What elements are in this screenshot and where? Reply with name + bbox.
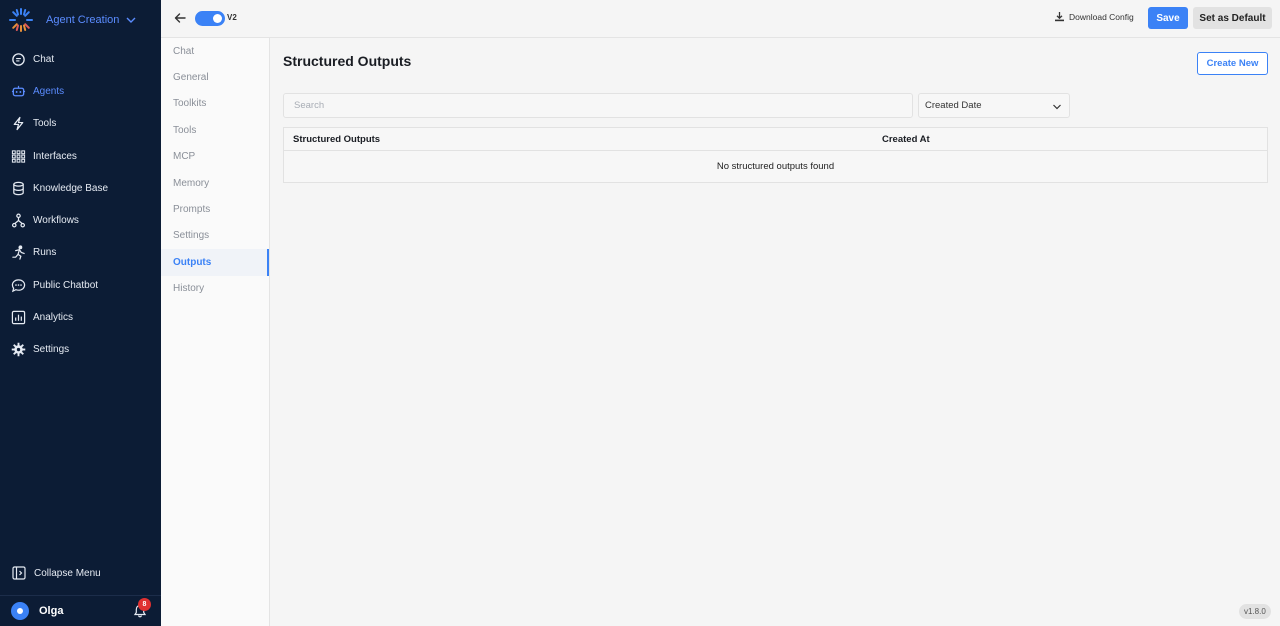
sidebar-item-chat[interactable]: Chat bbox=[0, 43, 161, 75]
tab-general[interactable]: General bbox=[161, 64, 269, 90]
sidebar-item-label: Agents bbox=[33, 85, 65, 97]
sidebar-item-analytics[interactable]: Analytics bbox=[0, 301, 161, 333]
chat-icon bbox=[12, 52, 25, 66]
tab-mcp[interactable]: MCP bbox=[161, 144, 269, 170]
sidebar: Agent Creation Chat Agents Tools Interfa… bbox=[0, 0, 161, 626]
sidebar-item-label: Tools bbox=[33, 118, 57, 130]
download-config-button[interactable]: Download Config bbox=[1054, 11, 1134, 22]
version-badge: v1.8.0 bbox=[1239, 604, 1271, 619]
version-toggle-label: V2 bbox=[227, 13, 237, 22]
analytics-icon bbox=[11, 310, 26, 325]
main-content: Structured Outputs Create New Created Da… bbox=[270, 38, 1280, 626]
sidebar-item-agents[interactable]: Agents bbox=[0, 75, 161, 107]
top-bar: V2 Download Config Save Set as Default bbox=[161, 0, 1280, 38]
sidebar-item-label: Analytics bbox=[33, 312, 74, 324]
sidebar-item-interfaces[interactable]: Interfaces bbox=[0, 140, 161, 172]
sidebar-item-label: Public Chatbot bbox=[33, 279, 99, 291]
project-switcher[interactable]: Agent Creation bbox=[0, 0, 161, 40]
sidebar-item-label: Interfaces bbox=[33, 150, 77, 162]
sort-dropdown[interactable]: Created Date bbox=[918, 93, 1070, 118]
download-icon bbox=[1055, 12, 1064, 22]
sidebar-item-label: Chat bbox=[33, 53, 55, 65]
tab-outputs[interactable]: Outputs bbox=[161, 249, 269, 276]
sidebar-item-settings[interactable]: Settings bbox=[0, 334, 161, 366]
tab-tools[interactable]: Tools bbox=[161, 117, 269, 143]
tab-toolkits[interactable]: Toolkits bbox=[161, 91, 269, 117]
gear-icon bbox=[11, 343, 26, 357]
tab-settings[interactable]: Settings bbox=[161, 223, 269, 249]
collapse-menu-button[interactable]: Collapse Menu bbox=[0, 560, 161, 586]
structured-outputs-table: Structured Outputs Created At No structu… bbox=[283, 127, 1268, 183]
agent-section-menu: Chat General Toolkits Tools MCP Memory P… bbox=[161, 38, 270, 626]
save-button[interactable]: Save bbox=[1148, 7, 1188, 29]
user-menu[interactable]: Olga 8 bbox=[0, 595, 161, 626]
sidebar-item-public-chatbot[interactable]: Public Chatbot bbox=[0, 269, 161, 301]
tab-memory[interactable]: Memory bbox=[161, 170, 269, 196]
back-arrow-icon[interactable] bbox=[173, 11, 187, 25]
grid-icon bbox=[11, 149, 26, 163]
column-header-created-at: Created At bbox=[882, 134, 930, 145]
sidebar-item-label: Workflows bbox=[33, 215, 79, 227]
search-input[interactable] bbox=[283, 93, 913, 118]
sort-value: Created Date bbox=[925, 100, 982, 111]
sidebar-item-label: Knowledge Base bbox=[33, 182, 109, 194]
workflow-icon bbox=[11, 213, 26, 228]
download-config-label: Download Config bbox=[1069, 11, 1134, 22]
chat-bubble-icon bbox=[11, 278, 26, 292]
sidebar-item-workflows[interactable]: Workflows bbox=[0, 204, 161, 236]
robot-icon bbox=[11, 85, 26, 97]
bolt-icon bbox=[13, 117, 24, 131]
sidebar-item-runs[interactable]: Runs bbox=[0, 237, 161, 269]
column-header-structured-outputs: Structured Outputs bbox=[293, 134, 381, 145]
tab-history[interactable]: History bbox=[161, 276, 269, 302]
page-title: Structured Outputs bbox=[283, 53, 412, 69]
set-as-default-button[interactable]: Set as Default bbox=[1193, 7, 1272, 29]
sidebar-nav: Chat Agents Tools Interfaces Knowledge B… bbox=[0, 43, 161, 366]
sidebar-item-label: Settings bbox=[33, 344, 70, 356]
empty-state-message: No structured outputs found bbox=[716, 161, 835, 172]
sidebar-item-knowledge-base[interactable]: Knowledge Base bbox=[0, 172, 161, 204]
table-header: Structured Outputs Created At bbox=[284, 128, 1267, 151]
tab-prompts[interactable]: Prompts bbox=[161, 196, 269, 222]
user-name: Olga bbox=[39, 605, 64, 617]
tab-chat[interactable]: Chat bbox=[161, 38, 269, 64]
project-name: Agent Creation bbox=[46, 14, 120, 26]
collapse-menu-label: Collapse Menu bbox=[34, 567, 101, 579]
version-toggle[interactable] bbox=[195, 11, 225, 26]
logo-icon bbox=[9, 8, 33, 32]
running-icon bbox=[12, 245, 25, 261]
create-new-button[interactable]: Create New bbox=[1197, 52, 1268, 75]
sidebar-collapse-icon bbox=[12, 566, 26, 580]
sidebar-item-tools[interactable]: Tools bbox=[0, 108, 161, 140]
avatar bbox=[11, 602, 29, 620]
chevron-down-icon bbox=[126, 17, 136, 23]
chevron-down-icon bbox=[1053, 104, 1061, 110]
notification-badge: 8 bbox=[138, 598, 151, 611]
sidebar-item-label: Runs bbox=[33, 247, 57, 259]
database-icon bbox=[13, 181, 24, 196]
